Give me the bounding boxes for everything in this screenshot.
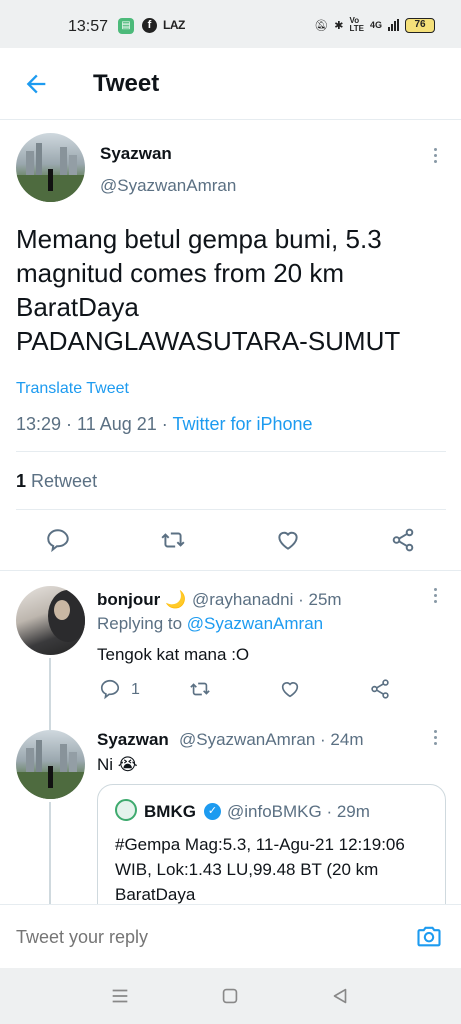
avatar-image <box>16 740 85 799</box>
reply-avatar[interactable] <box>16 586 85 655</box>
reply-composer <box>0 904 461 968</box>
thread-line <box>49 802 51 904</box>
reply-author-handle[interactable]: @SyazwanAmran · 24m <box>179 730 364 750</box>
replying-to: Replying to @SyazwanAmran <box>97 614 323 634</box>
back-arrow-icon[interactable] <box>22 70 50 98</box>
replying-to-prefix: Replying to <box>97 614 183 633</box>
like-icon[interactable] <box>275 527 301 553</box>
tweet-source-link[interactable]: Twitter for iPhone <box>172 414 312 434</box>
network-type-icon: 4G <box>369 20 382 30</box>
author-name[interactable]: Syazwan <box>100 144 172 164</box>
reply-icon[interactable] <box>99 678 121 700</box>
reply-text: Tengok kat mana :O <box>97 645 250 664</box>
status-time: 13:57 <box>68 18 109 35</box>
thread-line <box>49 658 51 730</box>
app-notification-icon: ▤ <box>118 18 134 34</box>
quoted-author-name: BMKG <box>144 802 196 821</box>
lazada-notification-icon: LAZ <box>163 18 185 32</box>
retweet-icon[interactable] <box>189 678 211 700</box>
reply-count: 1 <box>131 681 140 698</box>
share-icon[interactable] <box>390 527 416 553</box>
reply-text: Ni 😭 <box>97 755 138 774</box>
quoted-text: #Gempa Mag:5.3, 11-Agu-21 12:19:06 WIB, … <box>115 835 405 904</box>
retweet-count: 1 <box>16 471 27 491</box>
page-title: Tweet <box>93 70 160 97</box>
signal-icon <box>388 19 399 31</box>
reply-author-name[interactable]: Syazwan <box>97 730 169 750</box>
facebook-icon: f <box>142 18 157 33</box>
divider <box>16 451 446 452</box>
more-options-icon[interactable] <box>430 588 440 608</box>
divider <box>16 509 446 510</box>
volte-icon: Vo LTE <box>349 16 364 33</box>
avatar-image <box>48 590 85 642</box>
quoted-author-handle: @infoBMKG · 29m <box>227 802 370 821</box>
quoted-tweet[interactable]: BMKG ✓ @infoBMKG · 29m #Gempa Mag:5.3, 1… <box>97 784 446 924</box>
tweet-time: 13:29 <box>16 414 62 434</box>
tweet-date: 11 Aug 21 <box>77 414 157 434</box>
verified-badge-icon: ✓ <box>204 803 221 820</box>
share-icon[interactable] <box>369 678 391 700</box>
bluetooth-icon: ✱ <box>334 19 344 32</box>
reply-icon[interactable] <box>45 527 71 553</box>
retweet-stats[interactable]: 1 Retweet <box>16 471 97 492</box>
more-options-icon[interactable] <box>430 148 440 168</box>
bmkg-logo-icon <box>115 799 137 821</box>
status-bar: 13:57 ▤ f LAZ 🔕︎ ✱ Vo LTE 4G 76 <box>0 0 461 48</box>
recent-apps-icon[interactable] <box>109 985 131 1007</box>
translate-tweet-link[interactable]: Translate Tweet <box>16 380 129 398</box>
reply-author-handle[interactable]: @rayhanadni · 25m <box>192 590 342 610</box>
reply-author-name[interactable]: bonjour 🌙 <box>97 590 186 610</box>
mute-icon: 🔕︎ <box>314 19 329 32</box>
more-options-icon[interactable] <box>430 730 440 750</box>
system-navigation-bar <box>0 968 461 1024</box>
retweet-icon[interactable] <box>160 527 186 553</box>
like-icon[interactable] <box>279 678 301 700</box>
home-icon[interactable] <box>219 985 241 1007</box>
retweet-label: Retweet <box>31 471 98 491</box>
reply-avatar[interactable] <box>16 730 85 799</box>
camera-icon[interactable] <box>415 922 443 950</box>
divider <box>0 570 461 571</box>
tweet-meta: 13:29 · 11 Aug 21 · Twitter for iPhone <box>16 414 313 434</box>
battery-icon: 76 <box>405 17 435 33</box>
replying-to-link[interactable]: @SyazwanAmran <box>187 614 323 633</box>
reply-input[interactable] <box>16 927 376 948</box>
tweet-text: Memang betul gempa bumi, 5.3 magnitud co… <box>16 224 401 356</box>
author-handle[interactable]: @SyazwanAmran <box>100 176 236 196</box>
top-app-bar: Tweet <box>0 48 461 120</box>
back-icon[interactable] <box>329 985 351 1007</box>
avatar-image <box>16 143 85 202</box>
avatar[interactable] <box>16 133 85 202</box>
status-icons: 🔕︎ ✱ Vo LTE 4G 76 <box>314 17 435 33</box>
